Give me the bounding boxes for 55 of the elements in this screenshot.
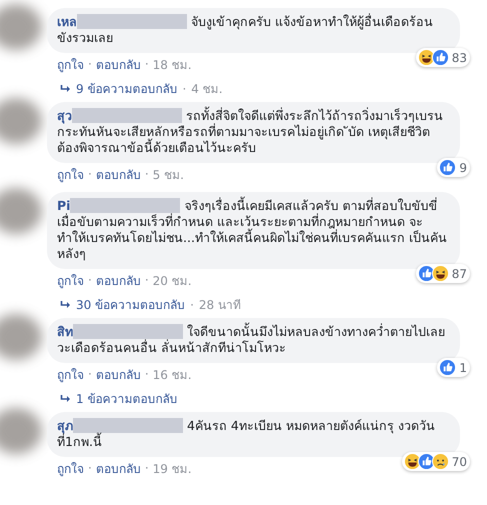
like-link[interactable]: ถูกใจ	[57, 54, 84, 74]
reply-link[interactable]: ตอบกลับ	[96, 164, 141, 184]
reaction-count: 9	[459, 160, 467, 176]
timestamp: 5 ชม.	[152, 166, 184, 184]
reply-link[interactable]: ตอบกลับ	[96, 458, 141, 478]
reaction-badge[interactable]: 1	[437, 358, 470, 377]
timestamp: 4 ชม.	[191, 81, 223, 98]
separator-dot: ·	[190, 298, 194, 312]
separator-dot: ·	[88, 57, 92, 71]
comment-text: สุภ 4คันรถ 4ทะเบียน หมดหลายตังค์แน่กรุ งวดวันที่1กพ.นี้	[57, 418, 436, 450]
like-link[interactable]: ถูกใจ	[57, 458, 84, 478]
comment-text: เหล จับงูเข้าคุกครับ แจ้งข้อหาทำให้ผู้อื่นเดือดร้อน ขังรวมเลย	[57, 14, 434, 46]
timestamp: 16 ชม.	[152, 366, 192, 384]
separator-dot: ·	[88, 167, 92, 181]
view-replies-link[interactable]: 30 ข้อความตอบกลับ	[76, 295, 186, 314]
reaction-badge[interactable]: 83	[416, 48, 470, 67]
comment-text: สิท ใจดีขนาดนั้นมึงไม่หลบลงข้างทางคว่ำตายไปเลยวะเดือดร้อนคนอื่น ลั่นหน้าสักทีน่าโมโหวะ	[57, 324, 446, 356]
reaction-count: 83	[452, 50, 467, 66]
reply-link[interactable]: ตอบกลับ	[96, 54, 141, 74]
reaction-badge[interactable]: 9	[437, 158, 470, 177]
timestamp: 28 นาที	[198, 297, 242, 314]
like-link[interactable]: ถูกใจ	[57, 270, 84, 290]
separator-dot: ·	[144, 57, 149, 71]
timestamp: 20 ชม.	[152, 272, 192, 290]
separator-dot: ·	[144, 167, 149, 181]
author-name[interactable]: สิท	[57, 324, 73, 339]
separator-dot: ·	[88, 461, 92, 475]
reaction-badge[interactable]: 87	[416, 264, 470, 283]
author-name[interactable]: สุภ	[57, 418, 73, 433]
separator-dot: ·	[88, 367, 92, 381]
reply-link[interactable]: ตอบกลับ	[96, 270, 141, 290]
like-link[interactable]: ถูกใจ	[57, 364, 84, 384]
comment-text: สุว รถทั้งสี่จิตใจดีแต่พึ่งระลึกไว้ถ้ารถวิ่งมาเร็วๆเบรนกระทันหันจะเสียหลักหรือรถที่ตามมาจะเบรคไม่อยู่เกิด ับัด เหตุเสียชีวิตต้องพิจารณาข้อนี้ด้วยเตือนไว้นะครับ	[57, 108, 444, 156]
separator-dot: ·	[182, 82, 186, 96]
reply-arrow-icon	[60, 300, 71, 309]
author-name[interactable]: Pi	[57, 198, 70, 213]
author-name[interactable]: สุว	[57, 108, 72, 123]
reaction-count: 87	[452, 266, 467, 282]
reaction-count: 1	[459, 360, 467, 376]
reply-arrow-icon	[60, 84, 71, 93]
view-replies-link[interactable]: 1 ข้อความตอบกลับ	[76, 389, 178, 408]
reply-link[interactable]: ตอบกลับ	[96, 364, 141, 384]
like-link[interactable]: ถูกใจ	[57, 164, 84, 184]
reaction-count: 70	[452, 454, 467, 470]
reaction-badge[interactable]: 70	[402, 452, 470, 471]
timestamp: 18 ชม.	[152, 56, 192, 74]
view-replies-link[interactable]: 9 ข้อความตอบกลับ	[76, 79, 178, 98]
separator-dot: ·	[144, 367, 149, 381]
separator-dot: ·	[144, 461, 149, 475]
separator-dot: ·	[88, 273, 92, 287]
separator-dot: ·	[144, 273, 149, 287]
reply-arrow-icon	[60, 394, 71, 403]
comment-text: Pi จริงๆเรื่องนี้เคยมีเคสแล้วครับ ตามที่สอบใบขับขี่ เมื่อขับตามความเร็วที่กำหนด และเว้นระยะตามที่กฎหมายกำหนด จะทำให้เบรคทันโดยไม่ชน...ทำให้เคสนี้คนผิดไม่ใช่คนที่เบรคคันแรก เป็นคันหลังๆ	[57, 198, 448, 262]
timestamp: 19 ชม.	[152, 460, 192, 478]
author-name[interactable]: เหล	[57, 14, 77, 29]
